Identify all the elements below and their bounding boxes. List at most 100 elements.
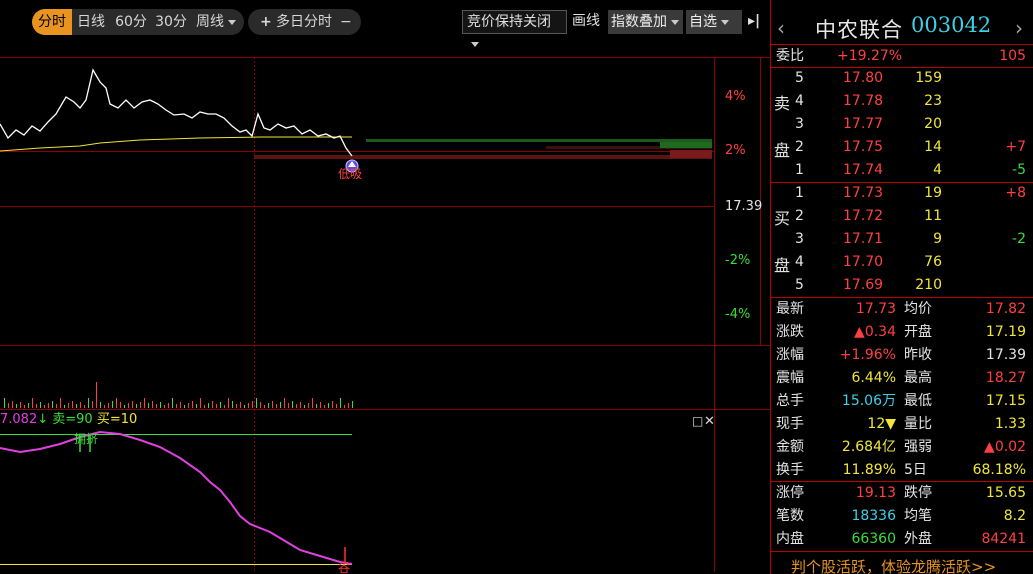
volume-bar [132,401,133,408]
pct-label-neg4: -4% [725,307,751,322]
tab-weekly[interactable]: 周线 [192,9,240,35]
weibi-row: 委比 +19.27% 105 [771,45,1033,68]
maximize-icon[interactable]: □ [692,414,703,428]
stat-label: 震幅 [776,370,804,386]
bid-row[interactable]: 5 17.69 210 [771,274,1033,297]
stat-row: 换手 11.89% 5日 68.18% [771,459,1033,482]
stat-label: 开盘 [904,324,932,340]
multi-day-plus-button[interactable]: + [260,9,272,35]
stat-label: 均笔 [904,508,932,524]
volume-bar [192,401,193,408]
stat-label: 外盘 [904,531,932,547]
volume-bar [48,403,49,408]
tab-60min[interactable]: 60分 [112,9,150,35]
collapse-panel-button[interactable]: ▸| [748,10,760,34]
bid-row[interactable]: 3 17.71 9 -2 [771,228,1033,251]
order-bar-buy [366,139,712,142]
weibi-diff: 105 [999,48,1026,64]
ask-row[interactable]: 3 17.77 20 [771,113,1033,136]
bid-volume: 76 [924,254,942,270]
promo-link[interactable]: 判个股活跃，体验龙腾活跃>> [791,556,996,574]
stat-label: 笔数 [776,508,804,524]
order-bar-sell-strong [670,150,712,158]
volume-bar [292,401,293,408]
stat-value: 15.65 [985,485,1026,501]
ask-level: 1 [795,162,804,178]
volume-bar [216,404,217,408]
volume-bar [236,404,237,408]
bid-volume: 11 [924,208,942,224]
volume-bar [128,403,129,408]
tab-daily[interactable]: 日线 [74,9,108,35]
volume-bar [88,398,89,408]
stat-value: 11.89% [842,462,896,478]
ask-price: 17.75 [843,139,884,155]
volume-bar [172,398,173,408]
volume-bar [16,404,17,408]
volume-bar [328,403,329,408]
volume-bar [164,405,165,408]
volume-bar [156,404,157,408]
stat-label: 昨收 [904,347,932,363]
volume-bar [68,403,69,408]
stat-label: 涨停 [776,485,804,501]
bid-row[interactable]: 2 17.72 11 [771,205,1033,228]
bid-level: 2 [795,208,804,224]
multi-day-label[interactable]: 多日分时 [276,9,332,35]
bid-volume: 19 [924,185,942,201]
stat-value: 19.13 [855,485,896,501]
bid-row[interactable]: 1 17.73 19 +8 [771,182,1033,205]
volume-bar [312,398,313,408]
volume-bar [228,398,229,408]
ask-row[interactable]: 2 17.75 14 +7 [771,136,1033,159]
draw-line-button[interactable]: 画线 [572,10,600,34]
watchlist-dropdown[interactable]: 自选 [686,10,742,34]
close-icon[interactable]: ✕ [704,414,715,429]
stat-label: 金额 [776,439,804,455]
stat-label: 5日 [904,462,927,478]
ask-level: 4 [795,93,804,109]
stat-row: 涨跌 ▲0.34 开盘 17.19 [771,321,1033,344]
stat-label: 现手 [776,416,804,432]
stat-label: 最低 [904,393,932,409]
bid-row[interactable]: 4 17.70 76 [771,251,1033,274]
weibi-value: +19.27% [837,48,903,64]
volume-bar [44,405,45,408]
volume-bar [280,402,281,408]
volume-bar [232,401,233,408]
stock-name: 中农联合 [815,18,903,42]
tab-intraday[interactable]: 分时 [32,9,72,35]
ask-row[interactable]: 1 17.74 4 -5 [771,159,1033,182]
tab-30min[interactable]: 30分 [152,9,190,35]
next-stock-button[interactable]: › [1015,16,1023,40]
volume-bar [304,405,305,408]
volume-bar [268,403,269,408]
auction-dropdown[interactable]: 竞价保持关闭 [462,10,567,47]
multi-day-minus-button[interactable]: − [340,9,352,35]
volume-bar [284,398,285,408]
stat-value: 1.33 [994,416,1026,432]
volume-bar [336,404,337,408]
intraday-chart[interactable]: 4% 2% 17.39 -2% -4% 低吸 7.082↓ 卖=90 买=10 … [0,42,770,574]
stat-value: 66360 [851,531,896,547]
chart-toolbar: 分时 日线 60分 30分 周线 + 多日分时 − 竞价保持关闭 画线 指数叠加… [0,0,770,47]
volume-bar [180,402,181,408]
index-overlay-dropdown[interactable]: 指数叠加 [608,10,683,34]
volume-bar [168,403,169,408]
stat-label: 均价 [904,301,932,317]
order-bar-buy-strong [660,142,712,148]
stat-row: 涨幅 +1.96% 昨收 17.39 [771,344,1033,367]
volume-bar [72,401,73,408]
prev-stock-button[interactable]: ‹ [777,16,785,40]
avg-price-line [0,136,352,152]
stat-value: 2.684亿 [841,439,896,455]
stat-value: 68.18% [972,462,1026,478]
ask-row[interactable]: 4 17.78 23 [771,90,1033,113]
volume-bar [176,404,177,408]
ask-volume: 23 [924,93,942,109]
pct-label-neg2: -2% [725,253,751,268]
volume-bar [320,402,321,408]
ask-row[interactable]: 5 17.80 159 [771,67,1033,90]
divider [771,551,1033,552]
order-flow-bars [254,139,712,159]
